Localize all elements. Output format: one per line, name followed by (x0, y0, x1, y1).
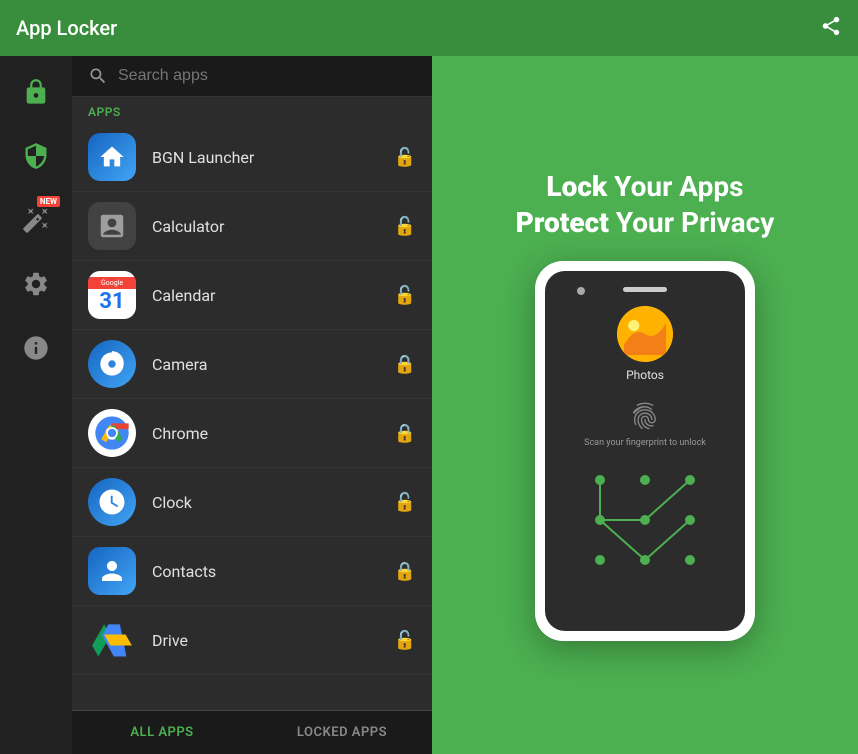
pattern-lines (575, 460, 715, 580)
list-item[interactable]: Calculator 🔓 (72, 192, 432, 261)
fingerprint-section: Scan your fingerprint to unlock (584, 400, 706, 448)
app-icon-drive (88, 616, 136, 664)
sidebar-magic-icon[interactable]: NEW (16, 200, 56, 240)
search-icon (88, 66, 108, 86)
search-bar (72, 56, 432, 97)
list-item[interactable]: Chrome 🔒 (72, 399, 432, 468)
lock-state-clock[interactable]: 🔓 (394, 492, 416, 513)
app-icon-clock (88, 478, 136, 526)
right-panel: Lock Your Apps Protect Your Privacy (432, 56, 858, 754)
tab-locked-apps[interactable]: LOCKED APPS (252, 711, 432, 754)
app-icon-calendar: Google 31 (88, 271, 136, 319)
share-button[interactable] (820, 15, 842, 42)
app-list-panel: Apps BGN Launcher 🔓 C (72, 56, 432, 754)
app-name-calendar: Calendar (152, 286, 394, 305)
app-name-clock: Clock (152, 493, 394, 512)
lock-state-calendar[interactable]: 🔓 (394, 285, 416, 306)
lock-state-camera[interactable]: 🔒 (394, 354, 416, 375)
promo-bold-1: Lock (546, 170, 607, 203)
phone-screen: Photos Scan your fingerprint to unlock (545, 271, 745, 631)
lock-state-contacts[interactable]: 🔒 (394, 561, 416, 582)
promo-bold-2: Protect (516, 206, 609, 239)
app-title: App Locker (16, 16, 117, 40)
promo-rest-1: Your Apps (607, 170, 743, 203)
main-content: NEW Apps (0, 56, 858, 754)
list-item[interactable]: Clock 🔓 (72, 468, 432, 537)
app-name-contacts: Contacts (152, 562, 394, 581)
list-item[interactable]: Contacts 🔒 (72, 537, 432, 606)
section-label: Apps (72, 97, 432, 123)
photos-label: Photos (626, 368, 664, 382)
new-badge: NEW (37, 196, 60, 207)
list-item[interactable]: Camera 🔒 (72, 330, 432, 399)
photos-icon-wrap: Photos (617, 306, 673, 382)
app-icon-bgn (88, 133, 136, 181)
sidebar-info-icon[interactable] (16, 328, 56, 368)
photos-circle (617, 306, 673, 362)
lock-state-chrome[interactable]: 🔒 (394, 423, 416, 444)
app-icon-contacts (88, 547, 136, 595)
fingerprint-icon (629, 400, 661, 432)
lock-state-bgn[interactable]: 🔓 (394, 147, 416, 168)
lock-state-calc[interactable]: 🔓 (394, 216, 416, 237)
sidebar-shield-icon[interactable] (16, 136, 56, 176)
pattern-area (575, 460, 715, 580)
search-input[interactable] (118, 67, 416, 85)
app-name-drive: Drive (152, 631, 394, 650)
promo-text: Lock Your Apps Protect Your Privacy (516, 169, 775, 242)
bottom-tabs: ALL APPS LOCKED APPS (72, 710, 432, 754)
list-item[interactable]: Drive 🔓 (72, 606, 432, 675)
fingerprint-label: Scan your fingerprint to unlock (584, 438, 706, 448)
app-list: BGN Launcher 🔓 Calculator 🔓 Google (72, 123, 432, 710)
promo-rest-2: Your Privacy (609, 206, 774, 239)
tab-all-apps[interactable]: ALL APPS (72, 711, 252, 754)
app-icon-chrome (88, 409, 136, 457)
app-header: App Locker (0, 0, 858, 56)
app-name-camera: Camera (152, 355, 394, 374)
sidebar: NEW (0, 56, 72, 754)
lock-state-drive[interactable]: 🔓 (394, 630, 416, 651)
list-item[interactable]: Google 31 Calendar 🔓 (72, 261, 432, 330)
sidebar-lock-icon[interactable] (16, 72, 56, 112)
list-item[interactable]: BGN Launcher 🔓 (72, 123, 432, 192)
app-icon-calc (88, 202, 136, 250)
app-name-bgn: BGN Launcher (152, 148, 394, 167)
app-name-chrome: Chrome (152, 424, 394, 443)
app-icon-camera (88, 340, 136, 388)
app-name-calc: Calculator (152, 217, 394, 236)
sidebar-settings-icon[interactable] (16, 264, 56, 304)
phone-mockup: Photos Scan your fingerprint to unlock (535, 261, 755, 641)
